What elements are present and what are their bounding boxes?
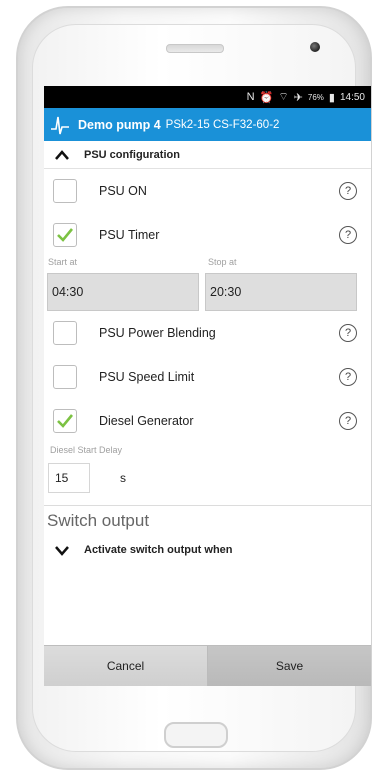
start-at-label: Start at (48, 257, 78, 267)
psu-speed-limit-label: PSU Speed Limit (99, 370, 195, 384)
switch-output-section-header[interactable]: Activate switch output when (44, 536, 371, 564)
psu-power-blending-label: PSU Power Blending (99, 326, 216, 340)
clock: 14:50 (339, 91, 365, 103)
psu-timer-checkbox[interactable] (53, 223, 77, 247)
option-psu-timer[interactable]: PSU Timer ? (44, 213, 371, 257)
help-icon[interactable]: ? (339, 182, 357, 200)
diesel-delay-input[interactable]: 15 (48, 463, 90, 493)
diesel-delay-row: 15 s (44, 461, 371, 495)
app-screen: N ⏰ ⌔ ✈ 76% ▮ 14:50 Demo pump 4 PSk2-15 … (44, 86, 371, 686)
action-bar: Cancel Save (44, 645, 371, 686)
psu-section-header[interactable]: PSU configuration (44, 141, 371, 169)
alarm-icon: ⏰ (259, 91, 274, 104)
pump-title: Demo pump 4 (78, 117, 161, 132)
switch-output-title: Switch output (47, 511, 150, 530)
timer-labels: Start at Stop at (44, 257, 371, 273)
stop-time-field[interactable]: 20:30 (205, 273, 357, 311)
wifi-icon: ⌔ (278, 91, 289, 103)
psu-speed-limit-checkbox[interactable] (53, 365, 77, 389)
psu-section-label: PSU configuration (84, 148, 180, 161)
diesel-delay-unit: s (120, 471, 126, 485)
option-psu-speed-limit[interactable]: PSU Speed Limit ? (44, 355, 371, 399)
home-button[interactable] (164, 722, 228, 748)
diesel-generator-label: Diesel Generator (99, 414, 194, 428)
speaker-grille (166, 44, 224, 53)
nfc-icon: N (246, 91, 255, 103)
battery-icon: ▮ (328, 91, 335, 104)
start-time-field[interactable]: 04:30 (47, 273, 199, 311)
cancel-button[interactable]: Cancel (44, 646, 208, 686)
option-diesel-generator[interactable]: Diesel Generator ? (44, 399, 371, 443)
diesel-generator-checkbox[interactable] (53, 409, 77, 433)
switch-output-section-label: Activate switch output when (84, 544, 233, 556)
save-button[interactable]: Save (208, 646, 371, 686)
checkmark-icon (57, 414, 74, 428)
psu-on-checkbox[interactable] (53, 179, 77, 203)
chevron-down-icon (55, 546, 69, 556)
pulse-logo-icon[interactable] (50, 113, 70, 137)
app-bar: Demo pump 4 PSk2-15 CS-F32-60-2 (44, 108, 371, 141)
chevron-up-icon (55, 149, 69, 160)
help-icon[interactable]: ? (339, 226, 357, 244)
checkmark-icon (57, 228, 74, 242)
help-icon[interactable]: ? (339, 368, 357, 386)
front-camera (310, 42, 320, 52)
airplane-icon: ✈ (293, 91, 303, 104)
stop-at-label: Stop at (208, 257, 237, 267)
status-bar: N ⏰ ⌔ ✈ 76% ▮ 14:50 (44, 86, 371, 108)
diesel-delay-label: Diesel Start Delay (50, 445, 123, 455)
psu-power-blending-checkbox[interactable] (53, 321, 77, 345)
help-icon[interactable]: ? (339, 324, 357, 342)
option-psu-on[interactable]: PSU ON ? (44, 169, 371, 213)
help-icon[interactable]: ? (339, 412, 357, 430)
psu-on-label: PSU ON (99, 184, 147, 198)
psu-timer-label: PSU Timer (99, 228, 160, 242)
option-psu-power-blending[interactable]: PSU Power Blending ? (44, 311, 371, 355)
timer-fields: 04:30 20:30 (44, 273, 371, 311)
battery-percent: 76% (307, 92, 324, 102)
pump-model: PSk2-15 CS-F32-60-2 (165, 118, 280, 131)
